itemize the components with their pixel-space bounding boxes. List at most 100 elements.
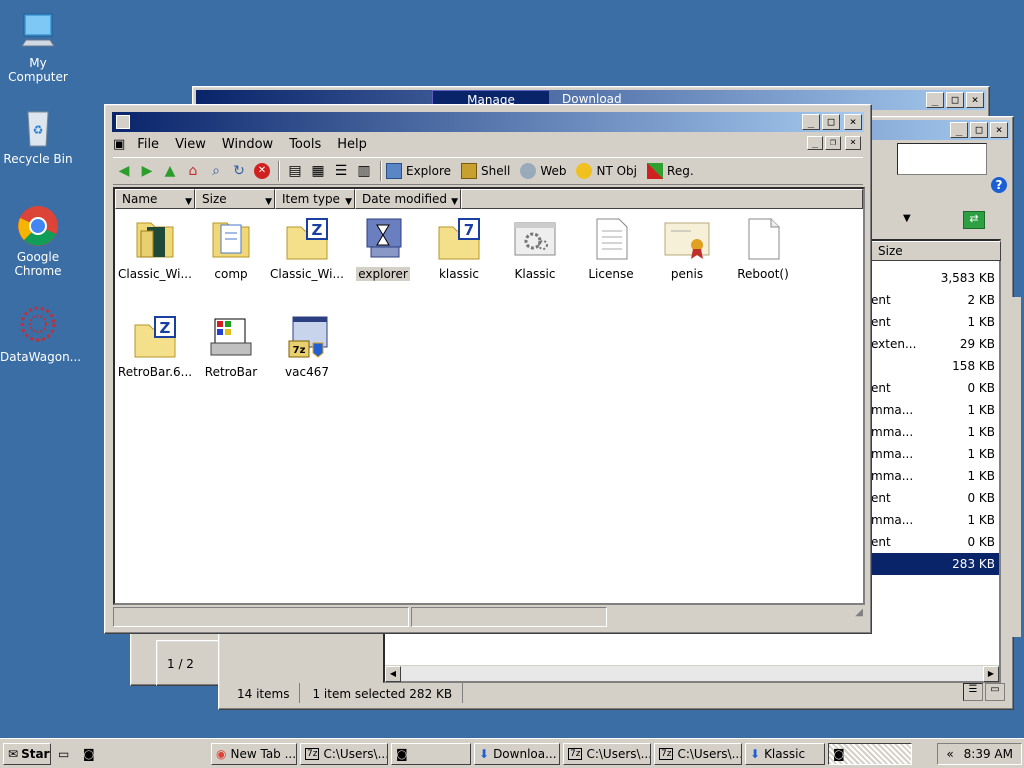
zip-folder-icon: Z	[134, 316, 176, 358]
help-icon[interactable]: ?	[991, 177, 1007, 193]
quicklaunch-desktop-icon[interactable]: ▭	[54, 743, 76, 765]
toolbar: ◀ ▶ ▲ ⌂ ⌕ ↻ ✕ ▤ ▦ ☰ ▥ Explore Shell Web …	[113, 157, 863, 185]
vertical-scrollbar[interactable]	[1011, 297, 1021, 637]
close-button[interactable]: ×	[990, 122, 1008, 138]
clock[interactable]: 8:39 AM	[964, 747, 1013, 761]
registry-icon	[647, 163, 664, 179]
address-area	[897, 143, 987, 175]
minimize-button[interactable]: _	[950, 122, 968, 138]
menu-bar: ▣ File View Window Tools Help _ ❐ ×	[113, 133, 863, 155]
menu-help[interactable]: Help	[329, 137, 375, 152]
column-header-date-modified[interactable]: Date modified ▼	[355, 189, 461, 209]
file-item[interactable]: Classic_Wi...	[115, 215, 195, 281]
view-small-icons-icon[interactable]: ▦	[307, 160, 329, 182]
view-details-icon[interactable]: ▥	[353, 160, 375, 182]
web-button[interactable]: Web	[520, 163, 566, 179]
horizontal-scrollbar[interactable]: ◀ ▶	[385, 665, 999, 682]
explore-button[interactable]: Explore	[386, 163, 451, 179]
view-list-icon[interactable]: ☰	[330, 160, 352, 182]
file-item[interactable]: penis	[647, 215, 727, 281]
column-header-size[interactable]: Size	[871, 241, 1001, 261]
column-header-size[interactable]: Size ▼	[195, 189, 275, 209]
dropdown-arrow-icon[interactable]: ▼	[903, 213, 911, 224]
menu-file[interactable]: File	[129, 137, 167, 152]
registry-button[interactable]: Reg.	[647, 163, 694, 179]
forward-icon[interactable]: ▶	[136, 160, 158, 182]
maximize-button[interactable]: □	[946, 92, 964, 108]
ntobj-button[interactable]: NT Obj	[576, 163, 637, 179]
selected-row[interactable]: 283 KB	[871, 553, 999, 575]
taskbar-button-klassic[interactable]: ⬇ Klassic	[745, 742, 825, 765]
start-icon: ✉	[8, 746, 19, 761]
status-selection: 1 item selected 282 KB	[302, 683, 464, 703]
file-item[interactable]: License	[571, 215, 651, 281]
7z-icon: 7z	[568, 747, 583, 760]
desktop-icon-recycle-bin[interactable]: ♻ Recycle Bin	[0, 106, 76, 166]
desktop-icon-my-computer[interactable]: My Computer	[0, 10, 76, 84]
column-header-item-type[interactable]: Item type ▼	[275, 189, 355, 209]
minimize-button[interactable]: _	[926, 92, 944, 108]
child-minimize-button[interactable]: _	[807, 136, 823, 150]
up-icon[interactable]: ▲	[159, 160, 181, 182]
file-item[interactable]: Reboot()	[723, 215, 803, 281]
view-large-icons-icon[interactable]: ▤	[284, 160, 306, 182]
menu-window[interactable]: Window	[214, 137, 281, 152]
file-item[interactable]: RetroBar	[191, 313, 271, 379]
back-icon[interactable]: ◀	[113, 160, 135, 182]
menu-tools[interactable]: Tools	[281, 137, 329, 152]
minimize-button[interactable]: _	[802, 114, 820, 130]
resize-grip-icon[interactable]: ◢	[855, 607, 863, 627]
monitor-icon	[21, 13, 55, 47]
folder-doc-icon	[212, 222, 250, 258]
download-arrow-icon: ⬇	[750, 746, 761, 761]
child-restore-button[interactable]: ❐	[825, 136, 841, 150]
taskbar-button-chrome[interactable]: ◉ New Tab ...	[211, 742, 297, 765]
file-item[interactable]: comp	[191, 215, 271, 281]
menu-view[interactable]: View	[167, 137, 214, 152]
file-pane: Name ▼ Size ▼ Item type ▼ Date modified ▼ Cl…	[113, 187, 865, 605]
file-item[interactable]: Z Classic_Wi...	[267, 215, 347, 281]
quicklaunch-explorer-icon[interactable]: ◙	[79, 743, 101, 765]
maximize-button[interactable]: □	[822, 114, 840, 130]
tray-expand-icon[interactable]: «	[946, 747, 953, 761]
7z-folder-icon: 7	[438, 218, 480, 260]
file-item[interactable]: 7 klassic	[419, 215, 499, 281]
refresh-icon[interactable]: ↻	[228, 160, 250, 182]
desktop-icon-label: DataWagon...	[0, 350, 82, 364]
column-header-name[interactable]: Name ▼	[115, 189, 195, 209]
file-item[interactable]: explorer	[343, 215, 423, 281]
close-button[interactable]: ×	[966, 92, 984, 108]
desktop-icon-label: Google Chrome	[14, 250, 62, 278]
taskbar-button-7z-1[interactable]: 7z C:\Users\...	[300, 742, 388, 765]
desktop-icon-label: My Computer	[8, 56, 68, 84]
file-item[interactable]: Klassic	[495, 215, 575, 281]
main-titlebar[interactable]: _ □ ×	[112, 112, 864, 132]
close-button[interactable]: ×	[844, 114, 862, 130]
maximize-button[interactable]: □	[970, 122, 988, 138]
desktop-icon-datawagon[interactable]: DataWagon...	[0, 304, 81, 364]
file-item[interactable]: Z RetroBar.6...	[115, 313, 195, 379]
taskbar-button-7z-2[interactable]: 7z C:\Users\...	[563, 742, 651, 765]
taskbar-button-blank[interactable]: ◙	[391, 742, 471, 765]
desktop-icon-chrome[interactable]: Google Chrome	[0, 204, 76, 278]
system-tray: « 8:39 AM	[937, 742, 1022, 765]
view-details-icon[interactable]: ☰	[963, 683, 983, 701]
search-icon[interactable]: ⌕	[205, 160, 227, 182]
stacked-window-2: 1 / 2	[156, 640, 226, 686]
view-icons-icon[interactable]: ▭	[985, 683, 1005, 701]
refresh-go-icon[interactable]: ⇄	[963, 211, 985, 229]
chrome-icon	[18, 206, 58, 246]
home-icon[interactable]: ⌂	[182, 160, 204, 182]
shell-button[interactable]: Shell	[461, 163, 510, 179]
child-close-button[interactable]: ×	[845, 136, 861, 150]
file-item[interactable]: 7z vac467	[267, 313, 347, 379]
start-button[interactable]: ✉Start	[3, 742, 51, 765]
settings-window-icon	[514, 222, 556, 256]
taskbar-button-active[interactable]: ◙	[828, 742, 912, 765]
taskbar-button-downloads[interactable]: ⬇ Downloa...	[474, 742, 560, 765]
shell-icon	[461, 163, 478, 179]
status-bar: 14 items 1 item selected 282 KB ☰ ▭	[227, 683, 1005, 703]
taskbar-button-7z-3[interactable]: 7z C:\Users\...	[654, 742, 742, 765]
svg-text:Z: Z	[160, 319, 171, 337]
stop-icon[interactable]: ✕	[251, 160, 273, 182]
